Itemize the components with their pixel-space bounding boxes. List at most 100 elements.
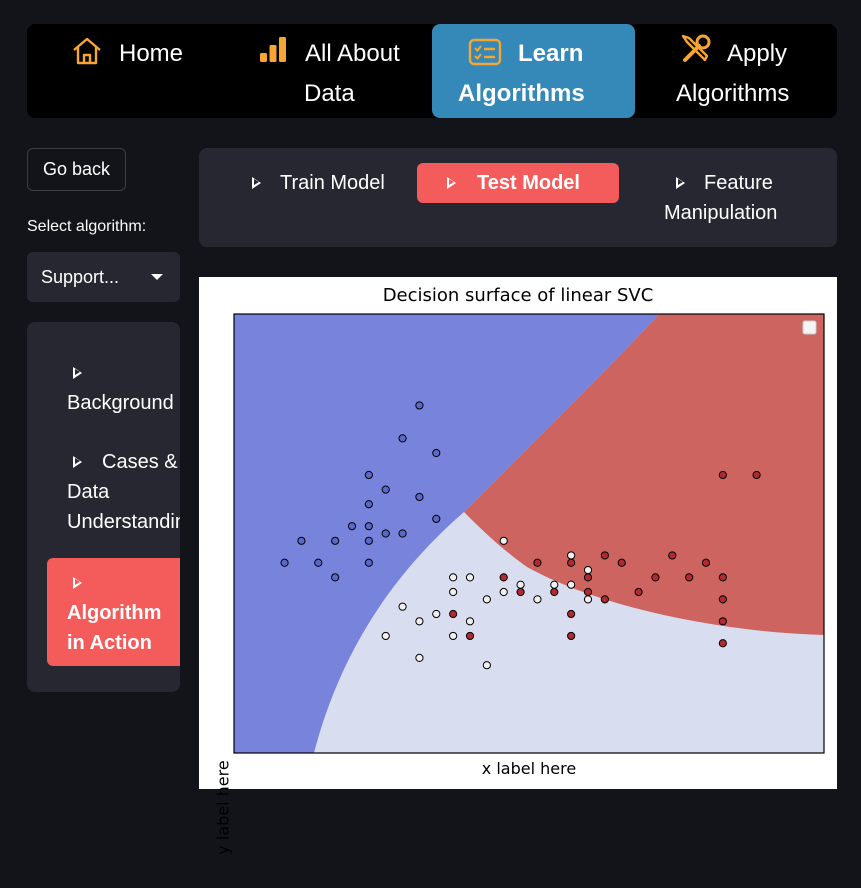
sidebar-item-cases-line1: Cases & xyxy=(102,451,178,473)
algorithm-select[interactable]: Support... xyxy=(27,252,180,302)
scatter-point-s1-12 xyxy=(718,573,727,582)
nav-data-line1: All About xyxy=(305,40,400,67)
scatter-point-s1-18 xyxy=(718,595,727,604)
tools-icon xyxy=(679,32,713,79)
scatter-point-s1-21 xyxy=(567,609,576,619)
scatter-point-s0-8 xyxy=(364,522,373,531)
sidebar-item-background-label: Background xyxy=(67,392,174,414)
bar-chart-icon xyxy=(257,34,289,77)
tab-feature-line2: Manipulation xyxy=(664,202,778,224)
x-axis-label: x label here xyxy=(481,759,577,778)
scatter-point-s1-2 xyxy=(533,558,542,567)
scatter-point-s0-5 xyxy=(415,492,424,502)
plot-area xyxy=(233,313,825,754)
scatter-point-s0-2 xyxy=(432,448,441,458)
model-tabs: Train Model Test Model Feature Manipulat… xyxy=(199,148,837,247)
scatter-point-s2-18 xyxy=(449,631,458,641)
scatter-point-s0-17 xyxy=(364,558,373,567)
tab-train-model[interactable]: Train Model xyxy=(250,168,385,198)
scatter-point-s2-1 xyxy=(567,551,576,560)
nav-learn-line1: Learn xyxy=(518,40,584,67)
sidebar-item-cases-line2: Data xyxy=(67,481,110,503)
tab-test-model-label: Test Model xyxy=(477,172,580,194)
scatter-point-s1-10 xyxy=(600,595,609,604)
scatter-point-s0-7 xyxy=(347,522,357,531)
scatter-point-s0-13 xyxy=(364,536,373,545)
legend-box xyxy=(802,320,817,335)
scatter-point-s0-9 xyxy=(381,529,390,538)
algorithm-select-value: Support... xyxy=(41,267,120,287)
sidebar-item-cases-line3: Understandin xyxy=(67,511,180,533)
nav-apply-line2: Algorithms xyxy=(676,80,790,107)
scatter-point-s2-17 xyxy=(381,631,390,641)
scatter-point-s2-2 xyxy=(583,565,593,575)
nav-apply-line1: Apply xyxy=(727,40,788,67)
scatter-point-s1-5 xyxy=(617,558,626,567)
scatter-point-s1-15 xyxy=(550,587,559,597)
nav-data-line2: Data xyxy=(304,80,355,107)
scatter-point-s0-0 xyxy=(415,401,424,410)
tab-train-model-label: Train Model xyxy=(280,172,385,194)
scatter-point-s0-15 xyxy=(314,558,323,567)
scatter-point-s2-5 xyxy=(499,587,508,597)
nav-learn-line2: Algorithms xyxy=(458,80,585,107)
scatter-point-s2-15 xyxy=(415,617,424,626)
scatter-point-s1-17 xyxy=(634,587,643,597)
tab-test-model[interactable]: Test Model xyxy=(417,163,619,203)
scatter-point-s2-11 xyxy=(567,580,576,589)
decision-surface-plot: Decision surface of linear SVC x label h… xyxy=(199,277,837,855)
scatter-point-s0-1 xyxy=(398,434,407,443)
scatter-point-s0-12 xyxy=(331,536,340,545)
scatter-point-s0-14 xyxy=(432,514,441,523)
scatter-point-s0-11 xyxy=(297,536,306,545)
y-axis-label: y label here xyxy=(213,760,233,855)
scatter-point-s2-12 xyxy=(583,595,593,604)
nav-home-label: Home xyxy=(119,40,184,67)
scatter-point-s1-24 xyxy=(718,639,727,648)
scatter-point-s2-7 xyxy=(482,595,491,604)
scatter-point-s0-4 xyxy=(381,485,390,494)
scatter-point-s1-6 xyxy=(668,551,677,560)
nav-learn-algorithms[interactable]: Learn Algorithms xyxy=(432,24,635,118)
scatter-point-s2-4 xyxy=(465,573,475,582)
sidebar-item-algorithm-in-action[interactable]: Algorithm in Action xyxy=(47,558,180,666)
scatter-point-s2-6 xyxy=(449,587,458,597)
play-icon xyxy=(676,177,685,189)
checklist-icon xyxy=(468,38,502,79)
nav-all-about-data[interactable]: All About Data xyxy=(232,24,432,118)
play-icon xyxy=(252,177,261,189)
play-icon xyxy=(73,367,82,379)
scatter-point-s2-19 xyxy=(415,653,424,662)
play-icon xyxy=(73,456,82,468)
scatter-point-s2-3 xyxy=(449,573,458,582)
scatter-point-s2-0 xyxy=(499,536,508,545)
sidebar-menu: Background Cases & Data Understandin Alg… xyxy=(27,322,180,692)
scatter-point-s1-19 xyxy=(718,617,727,626)
top-navigation: Home All About Data Learn Algorithms App… xyxy=(27,24,837,118)
scatter-point-s1-20 xyxy=(449,609,458,619)
tab-feature-line1: Feature xyxy=(704,172,773,194)
go-back-button[interactable]: Go back xyxy=(27,148,126,191)
scatter-point-s2-9 xyxy=(550,580,559,589)
scatter-point-s1-13 xyxy=(499,573,508,582)
select-algorithm-label: Select algorithm: xyxy=(27,218,147,235)
play-icon xyxy=(447,177,456,189)
scatter-point-s1-9 xyxy=(583,573,593,582)
scatter-point-s1-8 xyxy=(685,573,694,582)
scatter-point-s0-18 xyxy=(331,573,340,582)
scatter-point-s1-16 xyxy=(583,587,593,597)
scatter-point-s1-11 xyxy=(651,573,660,582)
scatter-point-s1-0 xyxy=(718,470,727,480)
scatter-point-s2-13 xyxy=(398,602,407,611)
nav-home[interactable]: Home xyxy=(27,24,227,118)
scatter-point-s2-20 xyxy=(482,661,491,670)
scatter-point-s1-22 xyxy=(465,631,475,641)
scatter-point-s1-23 xyxy=(567,631,576,641)
nav-apply-algorithms[interactable]: Apply Algorithms xyxy=(635,24,837,118)
sidebar-item-action-line2: in Action xyxy=(67,632,152,654)
scatter-point-s2-14 xyxy=(432,609,441,619)
scatter-point-s0-16 xyxy=(280,558,289,567)
scatter-point-s0-6 xyxy=(364,500,373,509)
scatter-point-s2-8 xyxy=(533,595,542,604)
scatter-point-s0-3 xyxy=(364,470,373,480)
